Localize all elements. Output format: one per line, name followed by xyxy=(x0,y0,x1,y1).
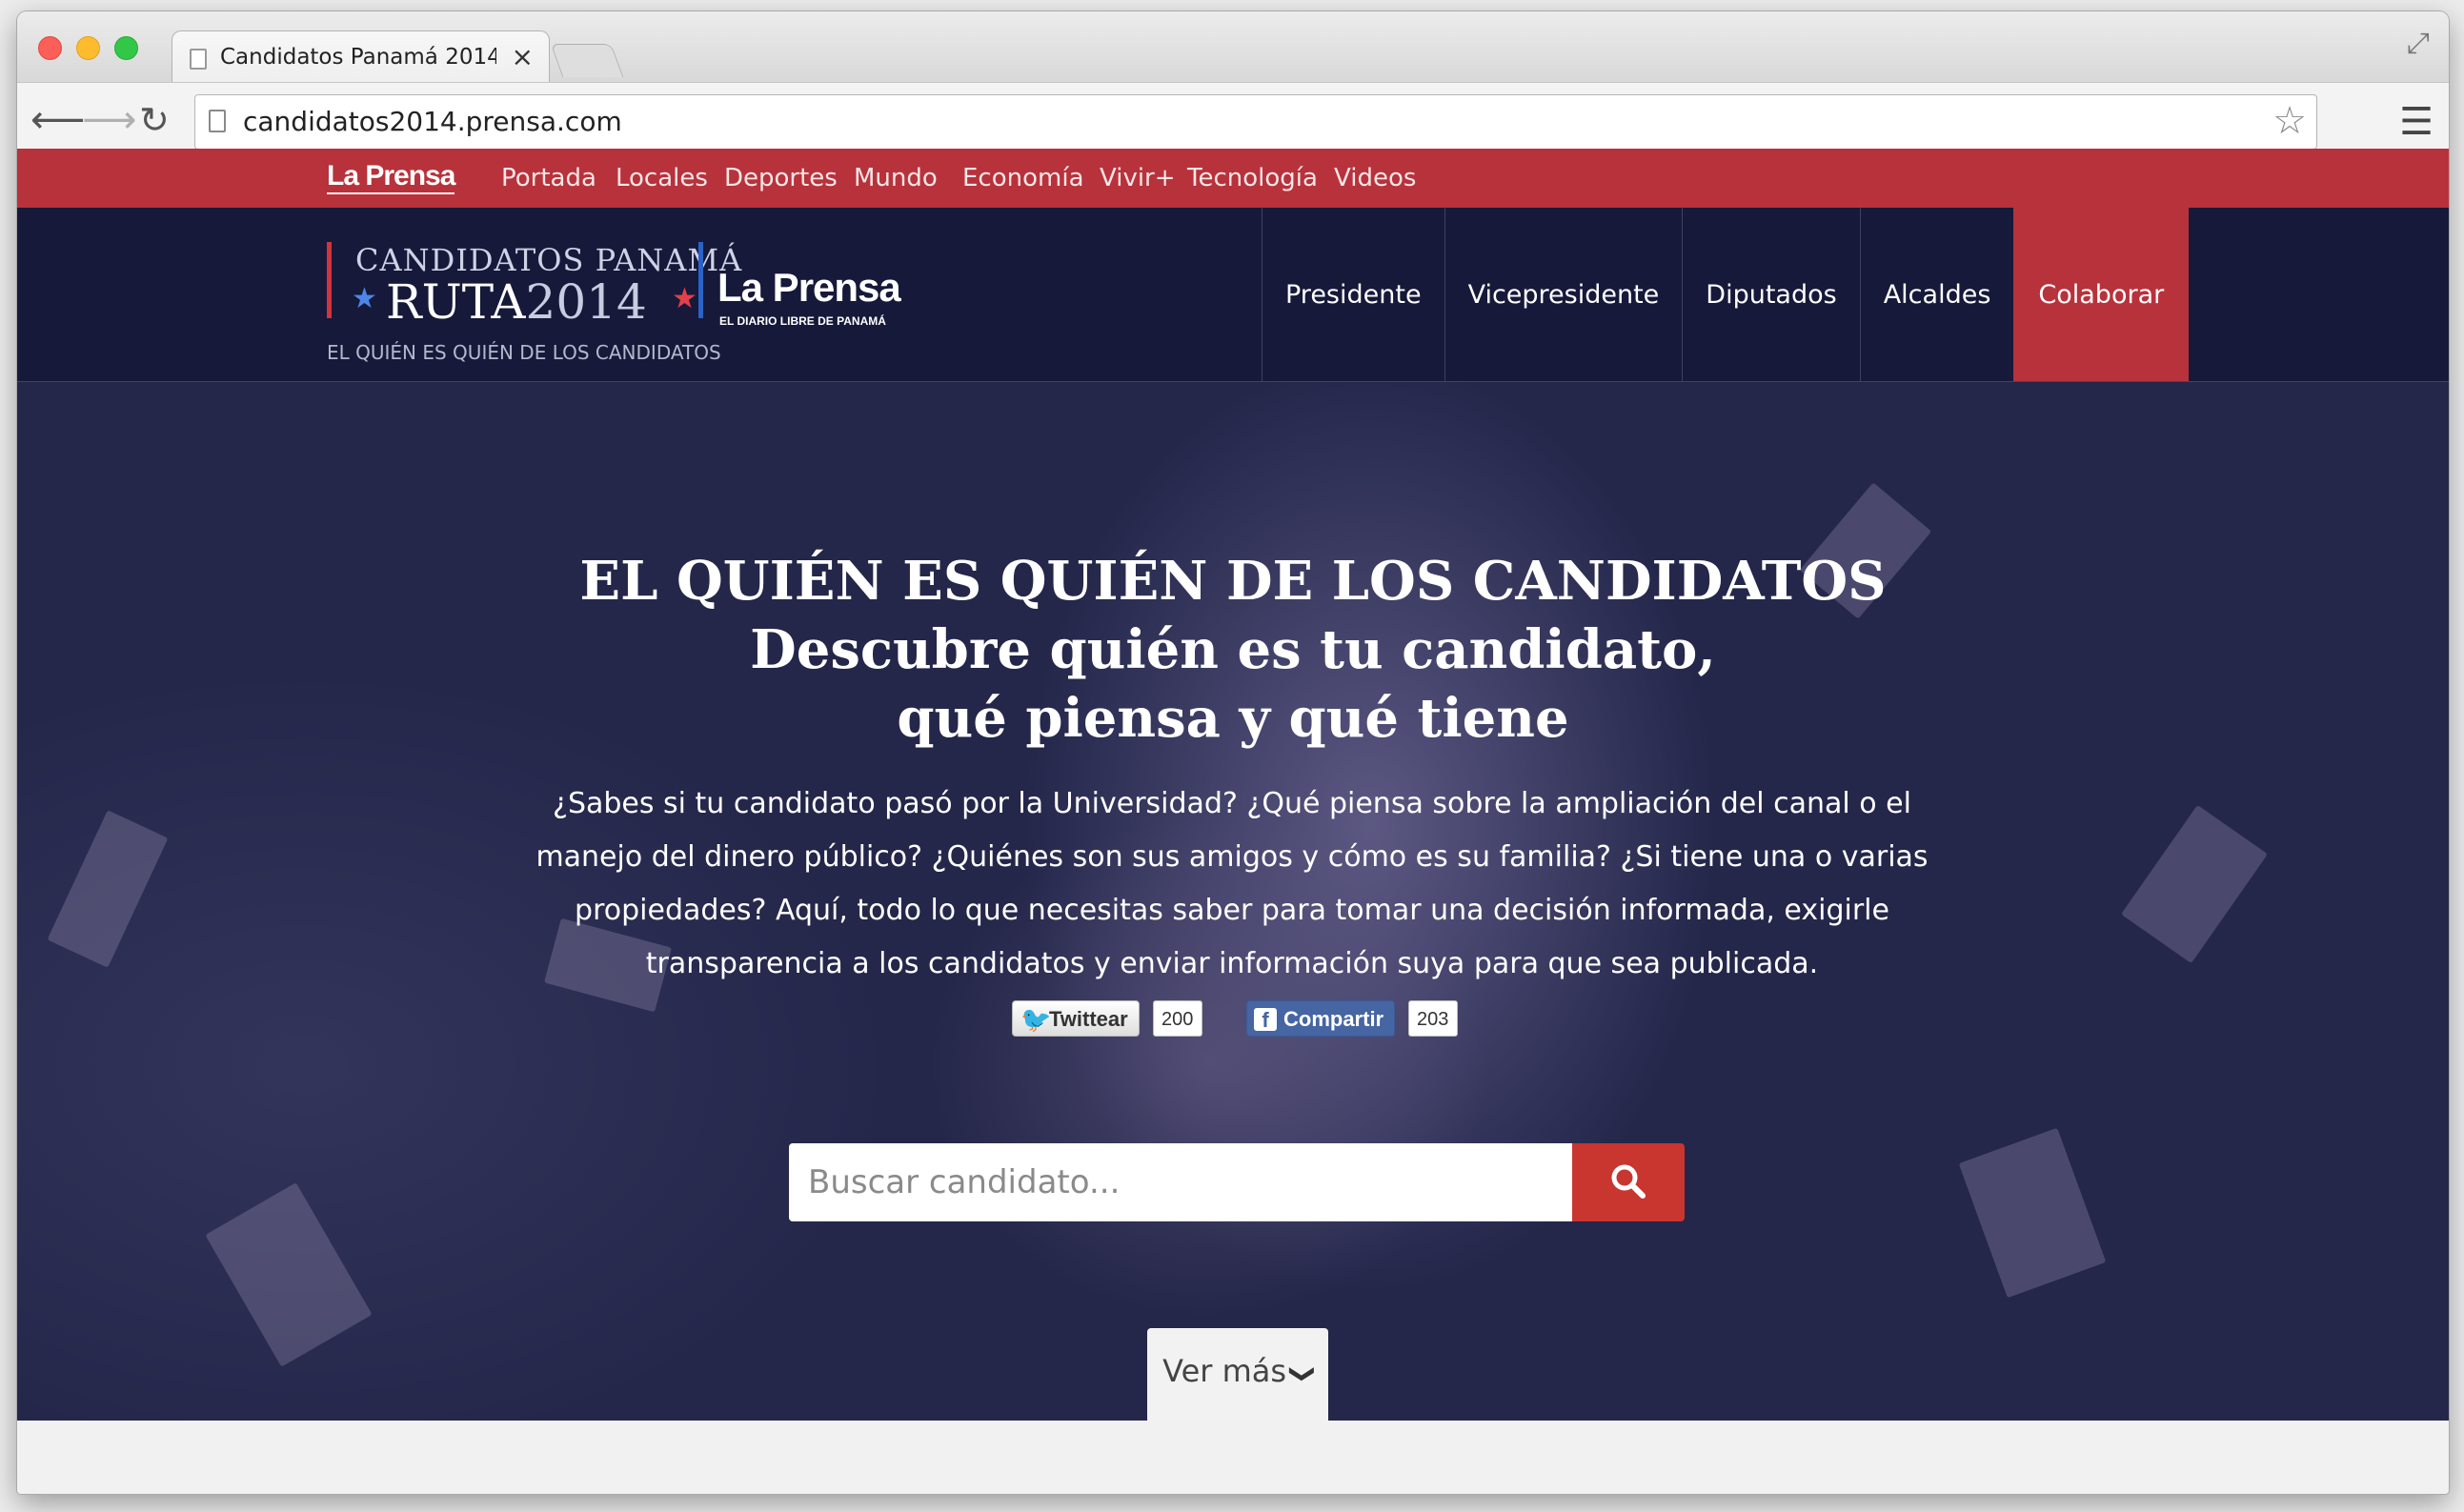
star-icon[interactable]: ☆ xyxy=(2272,99,2307,143)
background-shard xyxy=(1958,1127,2107,1299)
blue-star-icon: ★ xyxy=(352,282,377,315)
search-icon xyxy=(1611,1164,1646,1199)
logo-line2-year: 2014 xyxy=(525,274,647,330)
page-icon xyxy=(209,110,226,132)
hero-section: CANDIDATOS PANAMÁ ★ RUTA2014 ★ EL QUIÉN … xyxy=(17,208,2449,1421)
topbar-link-locales[interactable]: Locales xyxy=(616,164,708,192)
background-shard xyxy=(205,1182,373,1367)
nav-item-presidente[interactable]: Presidente xyxy=(1262,208,1444,381)
chevron-down-icon: ❯ xyxy=(1287,1363,1317,1384)
red-star-icon: ★ xyxy=(672,282,697,315)
hamburger-menu-icon[interactable]: ☰ xyxy=(2399,100,2434,144)
twitter-bird-icon: 🐦 xyxy=(1020,1005,1052,1034)
la-prensa-topbar: La Prensa Portada Locales Deportes Mundo… xyxy=(17,149,2449,208)
logo-line1: CANDIDATOS PANAMÁ xyxy=(355,242,743,278)
publisher-logo: La Prensa xyxy=(717,265,901,310)
site-header: CANDIDATOS PANAMÁ ★ RUTA2014 ★ EL QUIÉN … xyxy=(17,208,2449,382)
ruta-2014-logo[interactable]: CANDIDATOS PANAMÁ ★ RUTA2014 ★ EL QUIÉN … xyxy=(327,236,937,364)
hero-description: ¿Sabes si tu candidato pasó por la Unive… xyxy=(535,787,1929,980)
background-shard xyxy=(2120,804,2269,964)
fullscreen-icon[interactable]: ⤢ xyxy=(2407,27,2430,60)
hero-title: EL QUIÉN ES QUIÉN DE LOS CANDIDATOS Desc… xyxy=(17,547,2449,753)
hero-title-line3: qué piensa y qué tiene xyxy=(897,686,1569,750)
la-prensa-logo[interactable]: La Prensa xyxy=(327,160,455,194)
publisher-tagline: EL DIARIO LIBRE DE PANAMÁ xyxy=(719,314,886,328)
hero-title-line2: Descubre quién es tu candidato, xyxy=(750,617,1716,681)
web-page: La Prensa Portada Locales Deportes Mundo… xyxy=(17,149,2449,1494)
search-button[interactable] xyxy=(1572,1143,1685,1221)
facebook-share-count: 203 xyxy=(1408,1000,1458,1037)
window-maximize-button[interactable] xyxy=(114,36,138,60)
topbar-link-vivir[interactable]: Vivir+ xyxy=(1100,164,1176,192)
facebook-share-label: Compartir xyxy=(1283,1007,1384,1031)
address-bar[interactable]: candidatos2014.prensa.com ☆ xyxy=(194,94,2317,150)
page-icon xyxy=(190,49,207,70)
browser-titlebar: Candidatos Panamá 2014 × ⤢ xyxy=(17,11,2449,85)
main-nav: Presidente Vicepresidente Diputados Alca… xyxy=(1262,208,2190,381)
tab-close-icon[interactable]: × xyxy=(512,41,534,72)
logo-blue-bar xyxy=(698,242,703,318)
topbar-link-portada[interactable]: Portada xyxy=(501,164,596,192)
candidate-search-input[interactable] xyxy=(789,1143,1572,1221)
topbar-link-videos[interactable]: Videos xyxy=(1334,164,1416,192)
logo-tagline: EL QUIÉN ES QUIÉN DE LOS CANDIDATOS xyxy=(327,341,721,364)
nav-item-diputados[interactable]: Diputados xyxy=(1682,208,1859,381)
logo-line2: RUTA2014 xyxy=(386,274,647,330)
reload-icon[interactable]: ↻ xyxy=(139,96,170,144)
nav-item-colaborar[interactable]: Colaborar xyxy=(2013,208,2190,381)
window-close-button[interactable] xyxy=(38,36,62,60)
browser-tab[interactable]: Candidatos Panamá 2014 × xyxy=(172,30,550,85)
twitter-share-count: 200 xyxy=(1153,1000,1202,1037)
twitter-share-label: Twittear xyxy=(1049,1007,1128,1031)
nav-item-alcaldes[interactable]: Alcaldes xyxy=(1859,208,2014,381)
share-buttons: 🐦 Twittear 200 f Compartir 203 xyxy=(17,1000,2449,1038)
browser-window: Candidatos Panamá 2014 × ⤢ ⟵ ⟶ ↻ candida… xyxy=(17,11,2449,1494)
facebook-icon: f xyxy=(1254,1008,1277,1032)
background-shard xyxy=(47,810,169,968)
topbar-link-mundo[interactable]: Mundo xyxy=(854,164,938,192)
twitter-share-button[interactable]: 🐦 Twittear xyxy=(1012,1000,1140,1037)
new-tab-button[interactable] xyxy=(550,44,624,77)
hero-title-line1: EL QUIÉN ES QUIÉN DE LOS CANDIDATOS xyxy=(579,549,1887,613)
arrow-left-icon[interactable]: ⟵ xyxy=(30,96,85,144)
topbar-link-economia[interactable]: Economía xyxy=(962,164,1084,192)
arrow-right-icon[interactable]: ⟶ xyxy=(82,96,136,144)
address-url: candidatos2014.prensa.com xyxy=(243,106,622,137)
logo-line2-bold: RUTA xyxy=(386,274,526,330)
tab-title: Candidatos Panamá 2014 xyxy=(220,45,496,70)
ver-mas-button[interactable]: Ver más❯ xyxy=(1147,1328,1328,1421)
topbar-link-tecnologia[interactable]: Tecnología xyxy=(1187,164,1318,192)
nav-item-vicepresidente[interactable]: Vicepresidente xyxy=(1444,208,1683,381)
logo-red-bar xyxy=(327,242,332,318)
topbar-link-deportes[interactable]: Deportes xyxy=(724,164,838,192)
facebook-share-button[interactable]: f Compartir xyxy=(1246,1000,1395,1037)
window-minimize-button[interactable] xyxy=(76,36,100,60)
